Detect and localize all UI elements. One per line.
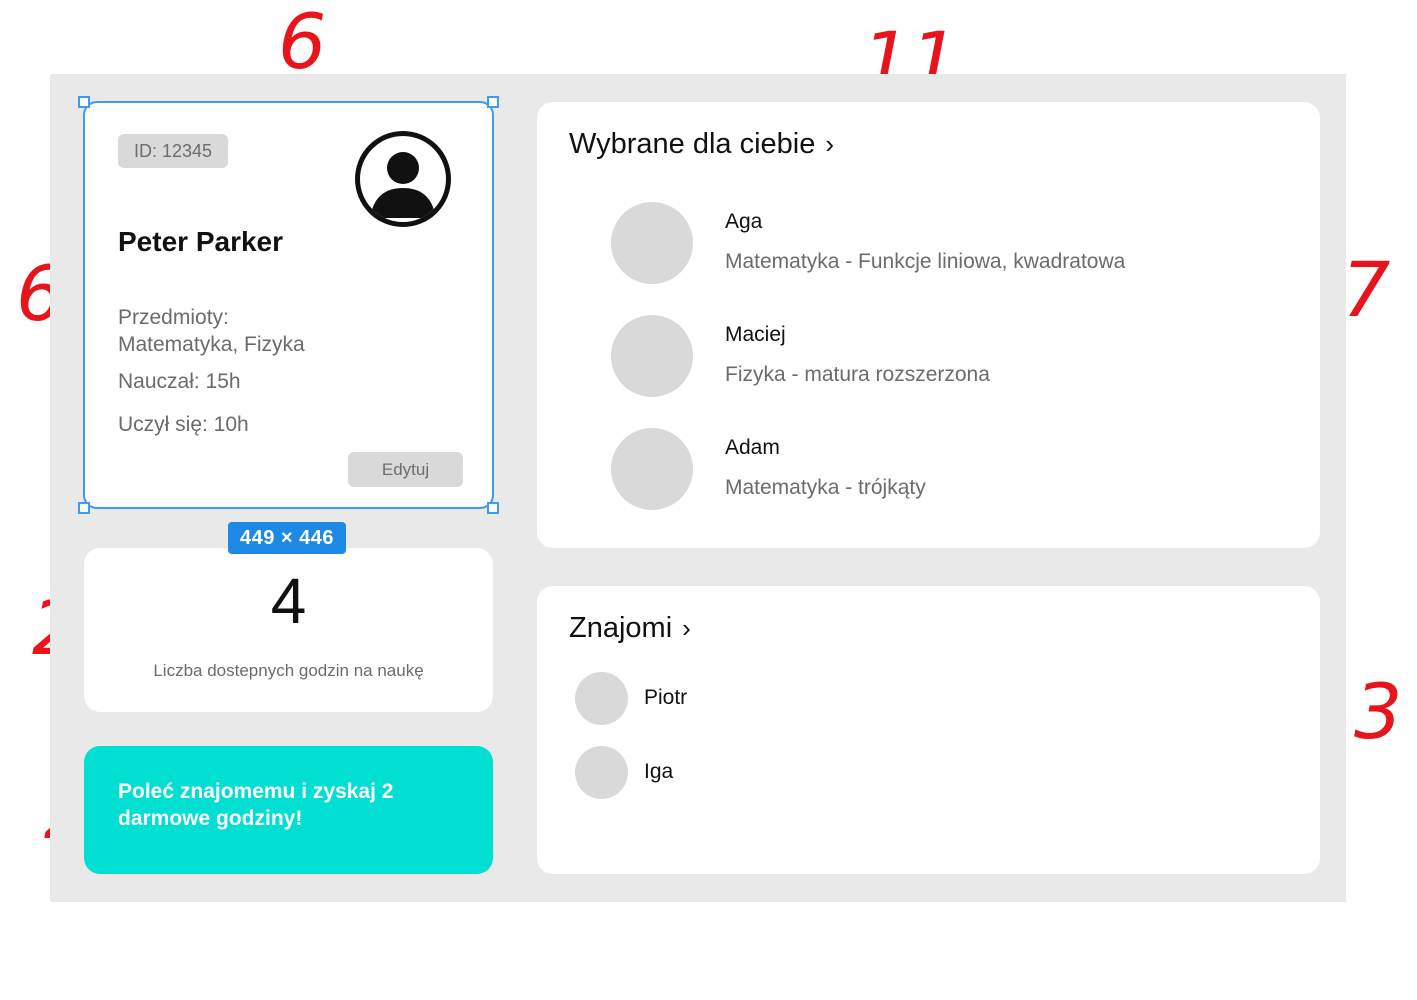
learned-hours: Uczył się: 10h bbox=[118, 413, 249, 436]
tutor-avatar[interactable] bbox=[611, 315, 693, 397]
friends-title[interactable]: Znajomi › bbox=[569, 612, 691, 645]
subjects-value: Matematyka, Fizyka bbox=[118, 333, 305, 356]
resize-handle-br[interactable] bbox=[487, 502, 499, 514]
referral-banner[interactable]: Poleć znajomemu i zyskaj 2 darmowe godzi… bbox=[84, 746, 493, 874]
resize-handle-bl[interactable] bbox=[78, 502, 90, 514]
friend-name[interactable]: Piotr bbox=[644, 686, 687, 710]
tutor-avatar[interactable] bbox=[611, 428, 693, 510]
annotation-friends: 3 bbox=[1354, 667, 1403, 756]
tutor-subject: Matematyka - trójkąty bbox=[725, 476, 926, 499]
tutor-subject: Fizyka - matura rozszerzona bbox=[725, 363, 990, 386]
friend-name[interactable]: Iga bbox=[644, 760, 673, 784]
edit-button[interactable]: Edytuj bbox=[348, 452, 463, 487]
chevron-right-icon: › bbox=[825, 129, 835, 159]
profile-name: Peter Parker bbox=[118, 226, 284, 257]
friends-title-text: Znajomi bbox=[569, 612, 673, 644]
chevron-right-icon: › bbox=[682, 613, 691, 643]
recommendations-title-text: Wybrane dla ciebie bbox=[569, 128, 816, 160]
tutor-name[interactable]: Adam bbox=[725, 436, 780, 460]
hours-value: 4 bbox=[270, 565, 307, 637]
tutor-name[interactable]: Maciej bbox=[725, 323, 786, 347]
friend-avatar[interactable] bbox=[575, 672, 628, 725]
friends-card: Znajomi › Piotr Iga bbox=[537, 586, 1320, 874]
referral-text: Poleć znajomemu i zyskaj 2 darmowe godzi… bbox=[118, 780, 394, 830]
selection-size-label: 449 × 446 bbox=[228, 522, 346, 554]
id-badge: ID: 12345 bbox=[118, 134, 229, 168]
profile-card[interactable]: ID: 12345 Peter Parker Przedmioty: Matem… bbox=[84, 102, 493, 508]
resize-handle-tr[interactable] bbox=[487, 96, 499, 108]
dashboard-frame: ID: 12345 Peter Parker Przedmioty: Matem… bbox=[50, 74, 1346, 902]
taught-hours: Nauczał: 15h bbox=[118, 370, 241, 393]
annotation-right: 7 bbox=[1342, 245, 1391, 334]
friend-avatar[interactable] bbox=[575, 746, 628, 799]
subjects-label: Przedmioty: bbox=[118, 306, 229, 329]
hours-card: 4 Liczba dostepnych godzin na naukę bbox=[84, 548, 493, 712]
recommendations-card: Wybrane dla ciebie › Aga Matematyka - Fun… bbox=[537, 102, 1320, 548]
hours-label: Liczba dostepnych godzin na naukę bbox=[153, 661, 424, 680]
tutor-name[interactable]: Aga bbox=[725, 210, 762, 234]
user-avatar-icon bbox=[355, 131, 451, 227]
tutor-subject: Matematyka - Funkcje liniowa, kwadratowa bbox=[725, 250, 1126, 273]
annotation-top-left: 6 bbox=[278, 0, 327, 86]
recommendations-title[interactable]: Wybrane dla ciebie › bbox=[569, 128, 834, 161]
resize-handle-tl[interactable] bbox=[78, 96, 90, 108]
tutor-avatar[interactable] bbox=[611, 202, 693, 284]
